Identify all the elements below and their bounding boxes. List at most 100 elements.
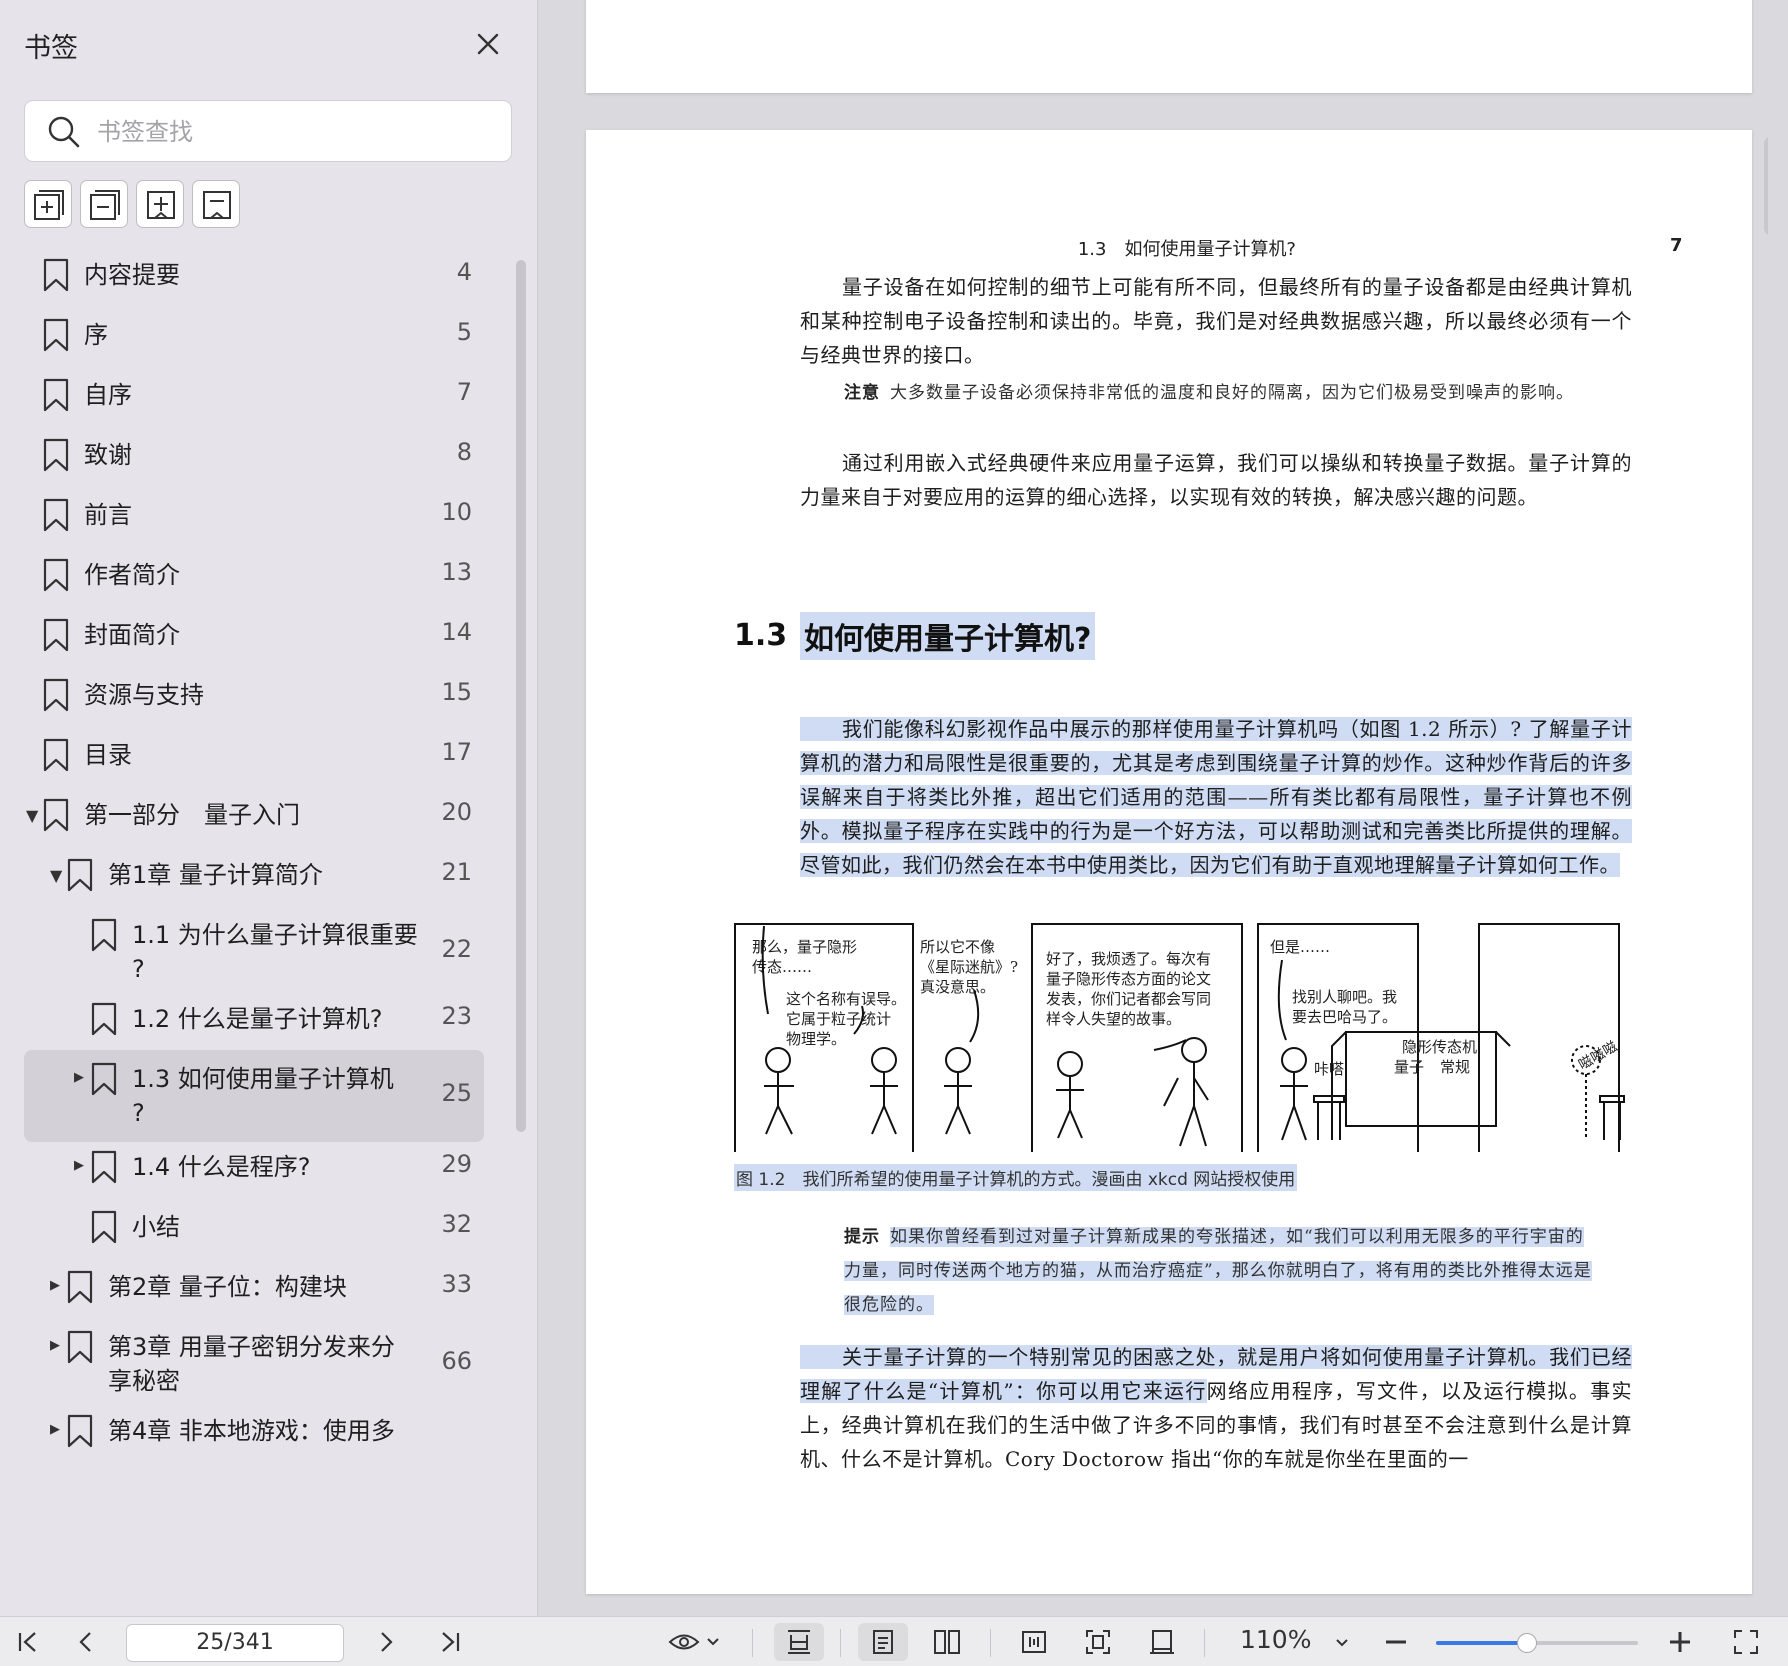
close-icon[interactable] [470, 26, 506, 62]
comic-text: 这个名称有误导。 [786, 990, 906, 1008]
bookmark-page-number: 21 [441, 858, 472, 886]
bookmark-item[interactable]: 致谢 8 [24, 438, 484, 472]
actual-size-button[interactable] [1138, 1623, 1186, 1661]
fit-width-button[interactable] [1010, 1623, 1058, 1661]
bookmark-item[interactable]: ▶ 1.4 什么是程序? 29 [24, 1150, 484, 1184]
bookmark-item[interactable]: ▶ 第2章 量子位：构建块 33 [24, 1270, 484, 1304]
add-bookmark-button[interactable] [136, 180, 184, 228]
bookmark-icon [90, 1062, 118, 1096]
comic-text: 找别人聊吧。我 [1292, 988, 1397, 1006]
caret-down-icon[interactable]: ▼ [26, 806, 38, 825]
bookmark-label: 自序 [84, 381, 132, 409]
bookmark-icon [42, 258, 70, 292]
bookmark-label: 1.1 为什么量子计算很重要? [132, 921, 418, 983]
bookmark-item[interactable]: 内容提要 4 [24, 258, 484, 292]
comic-text: 《星际迷航》? [920, 958, 1018, 976]
bookmark-icon [42, 378, 70, 412]
single-page-icon [873, 1630, 893, 1654]
bookmark-item[interactable]: 序5 [24, 318, 484, 352]
collapse-all-icon [90, 190, 120, 220]
bookmark-item[interactable]: ▼ 第一部分 量子入门 20 [24, 798, 484, 832]
bookmark-icon [42, 618, 70, 652]
bookmark-item[interactable]: ▶ 1.3 如何使用量子计算机? 25 [24, 1050, 484, 1142]
sidebar-title: 书签 [24, 33, 78, 64]
bookmark-label: 小结 [132, 1213, 180, 1241]
bookmark-item[interactable]: 作者简介 13 [24, 558, 484, 592]
expand-all-button[interactable] [24, 180, 72, 228]
zoom-out-button[interactable] [1376, 1623, 1416, 1661]
first-page-button[interactable] [8, 1623, 48, 1661]
caret-right-icon[interactable]: ▶ [50, 1278, 60, 1293]
tip-box: 提示 如果你曾经看到过对量子计算新成果的夸张描述，如“我们可以利用无限多的平行宇宙… [844, 1227, 1592, 1315]
collapse-all-button[interactable] [80, 180, 128, 228]
fit-page-button[interactable] [1074, 1623, 1122, 1661]
fullscreen-button[interactable] [1726, 1623, 1766, 1661]
bookmark-icon [42, 678, 70, 712]
bookmark-search-input[interactable] [97, 113, 487, 151]
sidebar-scrollbar[interactable] [516, 260, 526, 1132]
bookmark-icon [90, 918, 118, 952]
previous-page-button[interactable] [66, 1623, 106, 1661]
zoom-in-button[interactable] [1660, 1623, 1700, 1661]
comic-text: 量子 [1394, 1058, 1424, 1076]
bookmark-item[interactable]: ▶ 第3章 用量子密钥分发来分 享秘密 66 [24, 1330, 484, 1398]
zoom-slider[interactable] [1436, 1633, 1638, 1653]
bookmark-page-number: 20 [441, 798, 472, 826]
section-number: 1.3 [734, 618, 788, 653]
bookmark-item[interactable]: ▶ 第4章 非本地游戏：使用多 [24, 1414, 484, 1448]
bookmark-page-number: 33 [441, 1270, 472, 1298]
zoom-slider-thumb[interactable] [1516, 1633, 1537, 1653]
remove-bookmark-icon [203, 191, 231, 219]
bookmark-item[interactable]: 封面简介 14 [24, 618, 484, 652]
previous-page [586, 0, 1752, 93]
single-page-button[interactable] [858, 1623, 908, 1661]
comic-text: 传态…… [752, 958, 812, 976]
caret-right-icon[interactable]: ▶ [74, 1070, 84, 1085]
caret-down-icon[interactable]: ▼ [50, 866, 62, 885]
chevron-left-icon [79, 1632, 91, 1652]
caret-right-icon[interactable]: ▶ [50, 1338, 60, 1353]
bookmark-item[interactable]: 前言 10 [24, 498, 484, 532]
running-page-number: 7 [1670, 235, 1683, 256]
add-bookmark-icon [147, 191, 175, 219]
zoom-dropdown-button[interactable] [1326, 1623, 1358, 1661]
bookmark-icon [90, 1150, 118, 1184]
bookmark-item[interactable]: 1.2 什么是量子计算机? 23 [24, 1002, 484, 1036]
next-page-button[interactable] [366, 1623, 406, 1661]
bookmark-item[interactable]: 自序 7 [24, 378, 484, 412]
bookmark-item[interactable]: ▼ 第1章 量子计算简介 21 [24, 858, 484, 892]
minus-icon [1386, 1640, 1406, 1644]
continuous-scroll-button[interactable] [774, 1623, 824, 1661]
fit-page-icon [1086, 1630, 1110, 1654]
zoom-level[interactable]: 110% [1240, 1625, 1311, 1654]
two-page-button[interactable] [922, 1623, 972, 1661]
bookmark-label: 内容提要 [84, 261, 180, 289]
bookmark-page-number: 32 [441, 1210, 472, 1238]
bookmark-item[interactable]: 小结 32 [24, 1210, 484, 1244]
running-head: 1.3 如何使用量子计算机? [1077, 239, 1296, 260]
page-number-input[interactable]: 25/341 [126, 1624, 344, 1662]
fullscreen-icon [1734, 1630, 1758, 1654]
document-page: 1.3 如何使用量子计算机? 7 量子设备在如何控制的细节上可能有所不同，但最终… [586, 130, 1752, 1594]
bookmark-label: 前言 [84, 501, 132, 529]
read-mode-dropdown[interactable] [662, 1623, 728, 1661]
comic-text: 要去巴哈马了。 [1292, 1008, 1397, 1026]
bookmark-item[interactable]: 目录 17 [24, 738, 484, 772]
remove-bookmark-button[interactable] [192, 180, 240, 228]
bookmark-label: 1.2 什么是量子计算机? [132, 1005, 383, 1033]
caret-right-icon[interactable]: ▶ [50, 1422, 60, 1437]
caret-right-icon[interactable]: ▶ [74, 1158, 84, 1173]
last-page-button[interactable] [430, 1623, 470, 1661]
bookmark-item[interactable]: 1.1 为什么量子计算很重要? 22 [24, 918, 484, 986]
bookmark-label: 第1章 量子计算简介 [108, 861, 323, 889]
comic-text: 但是…… [1270, 938, 1330, 956]
bookmark-label: 第一部分 量子入门 [84, 801, 300, 829]
bookmark-page-number: 66 [441, 1347, 472, 1375]
bookmark-item[interactable]: 资源与支持 15 [24, 678, 484, 712]
bookmark-label: 封面简介 [84, 621, 180, 649]
document-scrollbar[interactable] [1764, 136, 1768, 236]
paragraph-1: 量子设备在如何控制的细节上可能有所不同，但最终所有的量子设备都是由经典计算机和某… [800, 275, 1632, 367]
continuous-scroll-icon [788, 1630, 810, 1654]
bookmark-page-number: 7 [456, 378, 472, 406]
eye-icon [668, 1634, 719, 1650]
